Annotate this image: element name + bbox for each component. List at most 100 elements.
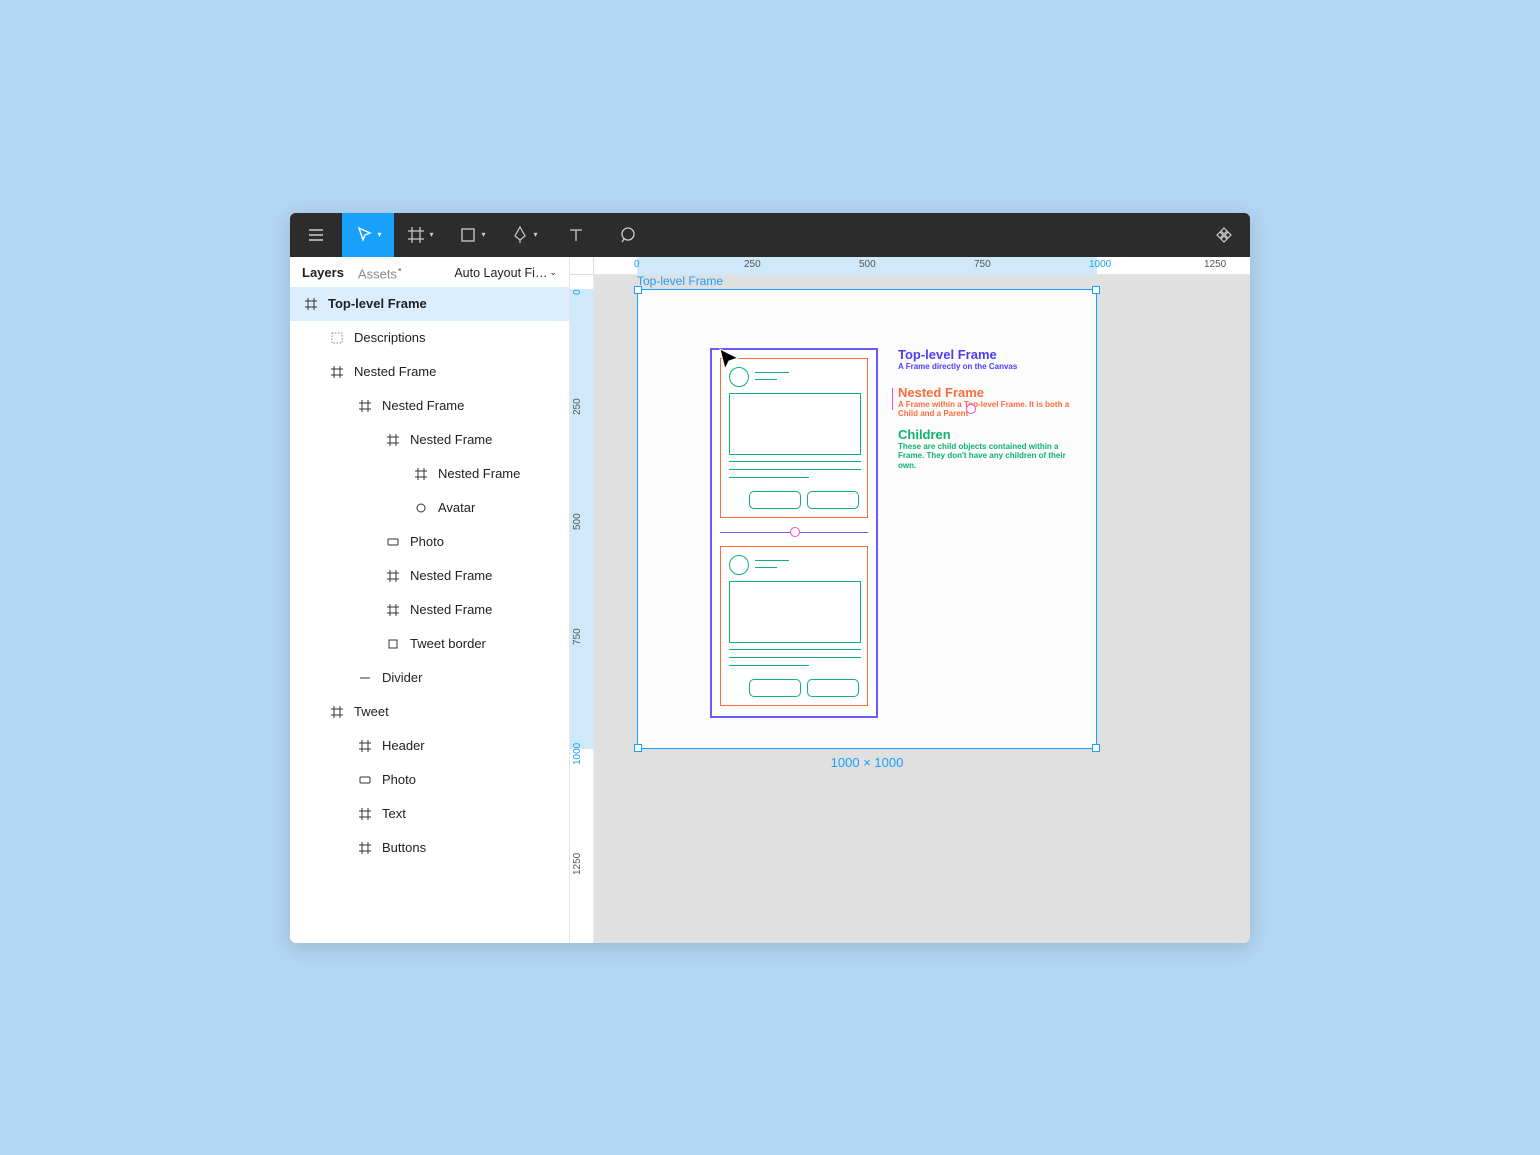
chevron-down-icon: ⌄ bbox=[549, 267, 557, 278]
layer-label: Nested Frame bbox=[354, 364, 436, 379]
description-children: Children These are child objects contain… bbox=[898, 428, 1078, 471]
layer-label: Nested Frame bbox=[382, 398, 464, 413]
layer-row[interactable]: Top-level Frame bbox=[290, 287, 569, 321]
layer-row[interactable]: Nested Frame bbox=[290, 355, 569, 389]
layer-label: Header bbox=[382, 738, 425, 753]
frame-icon bbox=[412, 468, 430, 480]
rect-icon bbox=[384, 537, 402, 547]
app-window: ▾ ▾ ▾ ▾ Layers Assets• bbox=[290, 213, 1250, 943]
sidebar-tabs: Layers Assets• Auto Layout Fi… ⌄ bbox=[290, 257, 569, 287]
text-line bbox=[755, 560, 789, 561]
rect-icon bbox=[356, 775, 374, 785]
ruler-vertical: 0 250 500 750 1000 1250 bbox=[570, 275, 594, 943]
text-line bbox=[729, 649, 861, 650]
layer-row[interactable]: Nested Frame bbox=[290, 457, 569, 491]
ruler-horizontal: 0 250 500 750 1000 1250 bbox=[594, 257, 1250, 275]
nested-artboard[interactable] bbox=[710, 348, 878, 718]
button[interactable] bbox=[807, 679, 859, 697]
text-tool-button[interactable] bbox=[550, 213, 602, 257]
chevron-down-icon: ▾ bbox=[377, 230, 381, 239]
frame-icon bbox=[406, 225, 426, 245]
layer-row[interactable]: Photo bbox=[290, 525, 569, 559]
square-icon bbox=[458, 225, 478, 245]
text-line bbox=[729, 469, 861, 470]
layer-label: Photo bbox=[410, 534, 444, 549]
frame-icon bbox=[356, 740, 374, 752]
canvas-area: 0 250 500 750 1000 1250 0 250 500 750 10… bbox=[570, 257, 1250, 943]
text-line bbox=[729, 477, 809, 478]
layer-label: Text bbox=[382, 806, 406, 821]
layer-row[interactable]: Descriptions bbox=[290, 321, 569, 355]
cursor-icon bbox=[354, 225, 374, 245]
layer-row[interactable]: Nested Frame bbox=[290, 389, 569, 423]
layer-row[interactable]: Header bbox=[290, 729, 569, 763]
layer-label: Top-level Frame bbox=[328, 296, 427, 311]
photo-rect[interactable] bbox=[729, 393, 861, 455]
content-area: Layers Assets• Auto Layout Fi… ⌄ Top-lev… bbox=[290, 257, 1250, 943]
layer-row[interactable]: Avatar bbox=[290, 491, 569, 525]
layer-row[interactable]: Divider bbox=[290, 661, 569, 695]
frame-icon bbox=[302, 298, 320, 310]
shape-tool-button[interactable]: ▾ bbox=[446, 213, 498, 257]
frame-icon bbox=[356, 400, 374, 412]
layer-row[interactable]: Nested Frame bbox=[290, 423, 569, 457]
button[interactable] bbox=[749, 679, 801, 697]
layer-row[interactable]: Tweet bbox=[290, 695, 569, 729]
layer-label: Nested Frame bbox=[438, 466, 520, 481]
layer-label: Tweet border bbox=[410, 636, 486, 651]
canvas[interactable]: Top-level Frame 1000 × 1000 bbox=[594, 275, 1250, 943]
layer-row[interactable]: Photo bbox=[290, 763, 569, 797]
frame-tool-button[interactable]: ▾ bbox=[394, 213, 446, 257]
layer-row[interactable]: Tweet border bbox=[290, 627, 569, 661]
text-line bbox=[755, 379, 777, 380]
button[interactable] bbox=[749, 491, 801, 509]
layer-row[interactable]: Nested Frame bbox=[290, 593, 569, 627]
layer-label: Avatar bbox=[438, 500, 475, 515]
text-line bbox=[755, 372, 789, 373]
circle-icon bbox=[412, 502, 430, 514]
ruler-corner bbox=[570, 257, 594, 275]
move-tool-button[interactable]: ▾ bbox=[342, 213, 394, 257]
description-top-level: Top-level Frame A Frame directly on the … bbox=[898, 348, 1078, 372]
layer-row[interactable]: Nested Frame bbox=[290, 559, 569, 593]
square-icon bbox=[384, 638, 402, 650]
pen-icon bbox=[510, 225, 530, 245]
comment-tool-button[interactable] bbox=[602, 213, 654, 257]
selection-dimensions: 1000 × 1000 bbox=[831, 755, 904, 770]
card-nested-frame[interactable] bbox=[720, 358, 868, 518]
text-icon bbox=[566, 225, 586, 245]
tab-assets[interactable]: Assets• bbox=[358, 265, 402, 281]
comment-icon bbox=[618, 225, 638, 245]
layer-row[interactable]: Text bbox=[290, 797, 569, 831]
avatar-circle[interactable] bbox=[729, 555, 749, 575]
diamond-icon bbox=[1214, 225, 1234, 245]
layer-label: Photo bbox=[382, 772, 416, 787]
button[interactable] bbox=[807, 491, 859, 509]
anchor-dot bbox=[790, 527, 800, 537]
layer-label: Nested Frame bbox=[410, 568, 492, 583]
toolbar: ▾ ▾ ▾ ▾ bbox=[290, 213, 1250, 257]
components-button[interactable] bbox=[1198, 213, 1250, 257]
sidebar: Layers Assets• Auto Layout Fi… ⌄ Top-lev… bbox=[290, 257, 570, 943]
layer-row[interactable]: Buttons bbox=[290, 831, 569, 865]
hamburger-icon bbox=[306, 225, 326, 245]
photo-rect[interactable] bbox=[729, 581, 861, 643]
pen-tool-button[interactable]: ▾ bbox=[498, 213, 550, 257]
text-line bbox=[729, 657, 861, 658]
frame-icon bbox=[384, 570, 402, 582]
page-selector[interactable]: Auto Layout Fi… ⌄ bbox=[454, 266, 557, 280]
text-line bbox=[729, 461, 861, 462]
frame-icon bbox=[328, 706, 346, 718]
card-nested-frame[interactable] bbox=[720, 546, 868, 706]
description-nested: Nested Frame A Frame within a Top-level … bbox=[898, 386, 1078, 419]
frame-label[interactable]: Top-level Frame bbox=[637, 275, 723, 288]
tab-layers[interactable]: Layers bbox=[302, 265, 344, 280]
frame-icon bbox=[356, 842, 374, 854]
frame-icon bbox=[356, 808, 374, 820]
main-menu-button[interactable] bbox=[290, 213, 342, 257]
layer-label: Nested Frame bbox=[410, 432, 492, 447]
top-level-frame[interactable]: 1000 × 1000 bbox=[637, 289, 1097, 749]
layers-panel[interactable]: Top-level Frame Descriptions Nested Frame N… bbox=[290, 287, 569, 943]
layer-label: Divider bbox=[382, 670, 422, 685]
frame-icon bbox=[384, 604, 402, 616]
